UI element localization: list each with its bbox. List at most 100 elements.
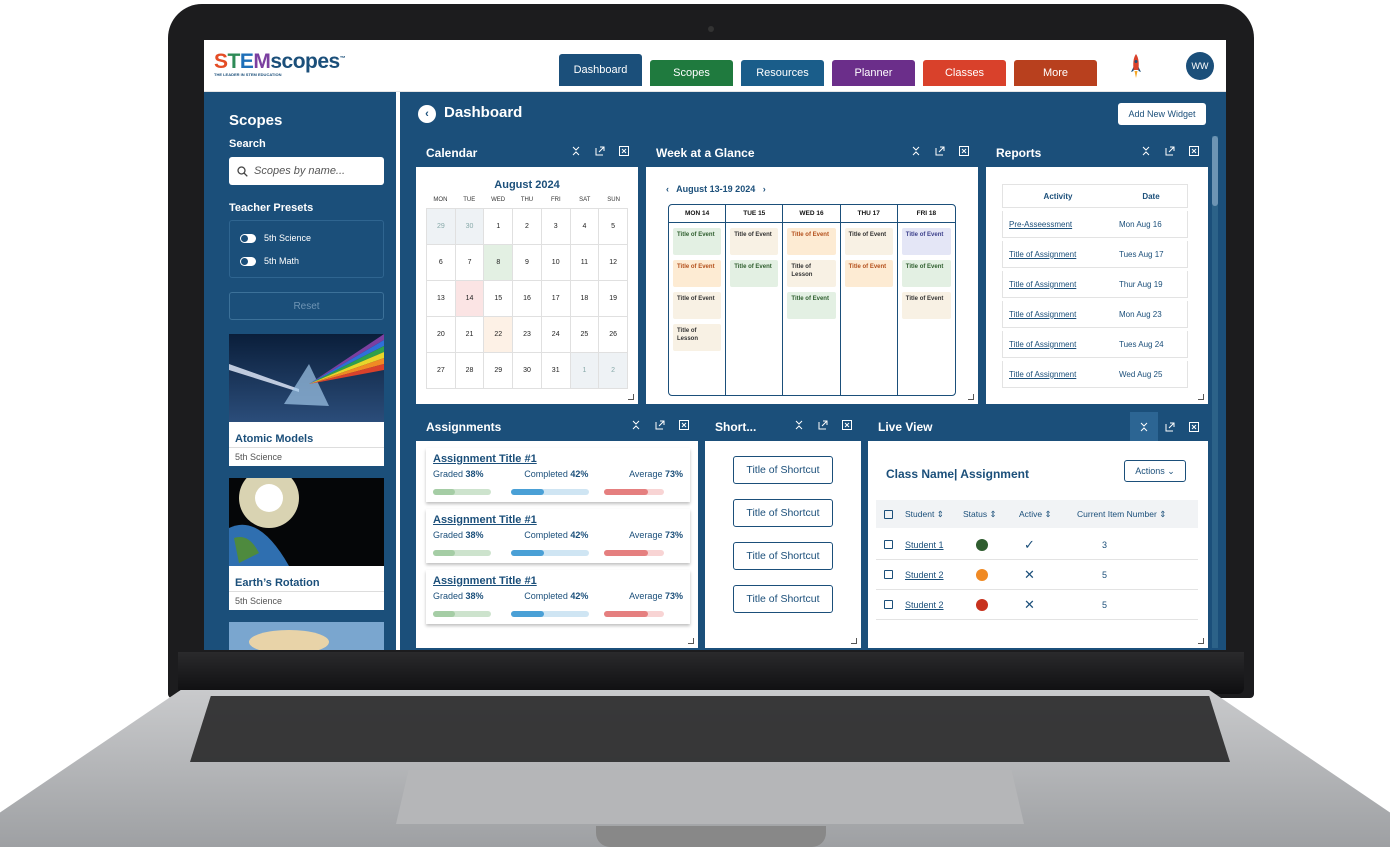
calendar-day[interactable]: 27 [427, 353, 456, 389]
assignment-title[interactable]: Assignment Title #1 [433, 575, 683, 587]
next-week-icon[interactable]: › [763, 184, 766, 194]
calendar-day[interactable]: 9 [513, 245, 542, 281]
event-card[interactable]: Title of Event [673, 292, 722, 319]
calendar-day[interactable]: 8 [484, 245, 514, 281]
activity-link[interactable]: Title of Assignment [1003, 340, 1113, 349]
scope-name[interactable]: Atomic Models [229, 427, 384, 448]
calendar-day[interactable]: 31 [541, 353, 571, 389]
calendar-day[interactable]: 17 [541, 281, 571, 317]
event-card[interactable]: Title of Event [673, 228, 722, 255]
calendar-day[interactable]: 18 [570, 281, 600, 317]
prev-week-icon[interactable]: ‹ [666, 184, 669, 194]
student-link[interactable]: Student 2 [905, 570, 977, 580]
close-icon[interactable] [678, 419, 690, 431]
user-avatar[interactable]: WW [1186, 52, 1214, 80]
calendar-day[interactable]: 16 [513, 281, 542, 317]
event-card[interactable]: Title of Event [901, 260, 951, 287]
activity-link[interactable]: Title of Assignment [1003, 280, 1113, 289]
calendar-day[interactable]: 2 [599, 353, 628, 389]
calendar-day[interactable]: 23 [513, 317, 542, 353]
event-card[interactable]: Title of Event [730, 260, 779, 287]
calendar-day[interactable]: 5 [599, 209, 628, 245]
scope-card[interactable]: Atomic Models 5th Science [229, 334, 384, 466]
calendar-day[interactable]: 2 [513, 209, 542, 245]
stemscopes-logo[interactable]: STEMscopes™ [214, 50, 346, 74]
open-external-icon[interactable] [934, 145, 946, 157]
calendar-day[interactable]: 10 [541, 245, 571, 281]
preset-item[interactable]: 5th Math [240, 256, 299, 266]
scroll-thumb[interactable] [1212, 136, 1218, 206]
calendar-day[interactable]: 4 [570, 209, 600, 245]
calendar-day[interactable]: 28 [455, 353, 485, 389]
scope-name[interactable]: Earth’s Rotation [229, 571, 384, 592]
open-external-icon[interactable] [594, 145, 606, 157]
calendar-day[interactable]: 30 [513, 353, 542, 389]
shortcut-button[interactable]: Title of Shortcut [733, 499, 833, 527]
calendar-day[interactable]: 20 [427, 317, 456, 353]
resize-handle[interactable] [628, 394, 634, 400]
resize-handle[interactable] [1198, 394, 1204, 400]
calendar-day[interactable]: 15 [484, 281, 514, 317]
resize-handle[interactable] [688, 638, 694, 644]
calendar-day[interactable]: 1 [570, 353, 600, 389]
activity-link[interactable]: Pre-Asseessment [1003, 220, 1113, 229]
calendar-day[interactable]: 3 [541, 209, 571, 245]
scope-card[interactable]: Earth’s Rotation 5th Science [229, 468, 384, 610]
activity-link[interactable]: Title of Assignment [1003, 310, 1113, 319]
event-card[interactable]: Title of Event [844, 260, 893, 287]
assignment-title[interactable]: Assignment Title #1 [433, 453, 683, 465]
calendar-day[interactable]: 6 [427, 245, 456, 281]
event-card[interactable]: Title of Event [730, 228, 779, 255]
event-card[interactable]: Title of Event [901, 292, 951, 319]
add-widget-button[interactable]: Add New Widget [1118, 103, 1206, 125]
column-header[interactable]: Active ⇕ [1019, 509, 1077, 520]
open-external-icon[interactable] [1164, 145, 1176, 157]
resize-handle[interactable] [968, 394, 974, 400]
tab-classes[interactable]: Classes [923, 60, 1006, 86]
row-checkbox[interactable] [884, 540, 893, 549]
collapse-icon[interactable] [910, 145, 922, 157]
shortcut-button[interactable]: Title of Shortcut [733, 542, 833, 570]
event-card[interactable]: Title of Event [901, 228, 951, 255]
tab-planner[interactable]: Planner [832, 60, 915, 86]
search-input[interactable]: Scopes by name... [229, 157, 384, 185]
calendar-day[interactable]: 22 [484, 317, 514, 353]
student-link[interactable]: Student 1 [905, 540, 977, 550]
toggle-switch[interactable] [240, 256, 256, 266]
calendar-day[interactable]: 19 [599, 281, 628, 317]
resize-handle[interactable] [851, 638, 857, 644]
calendar-day[interactable]: 24 [541, 317, 571, 353]
reset-button[interactable]: Reset [229, 292, 384, 320]
calendar-day[interactable]: 26 [599, 317, 628, 353]
open-external-icon[interactable] [654, 419, 666, 431]
open-external-icon[interactable] [1164, 421, 1176, 433]
collapse-icon[interactable] [630, 419, 642, 431]
close-icon[interactable] [1188, 421, 1200, 433]
collapse-icon[interactable] [1130, 412, 1158, 441]
student-link[interactable]: Student 2 [905, 600, 977, 610]
calendar-day[interactable]: 29 [427, 209, 456, 245]
scrollbar[interactable] [1212, 136, 1218, 648]
calendar-day[interactable]: 21 [455, 317, 485, 353]
column-header[interactable]: Student ⇕ [905, 509, 963, 520]
close-icon[interactable] [841, 419, 853, 431]
scope-card[interactable] [229, 622, 384, 650]
calendar-day[interactable]: 29 [484, 353, 514, 389]
back-button[interactable]: ‹ [418, 105, 436, 123]
event-card[interactable]: Title of Lesson [673, 324, 722, 351]
activity-link[interactable]: Title of Assignment [1003, 250, 1113, 259]
tab-dashboard[interactable]: Dashboard [559, 54, 642, 86]
collapse-icon[interactable] [1140, 145, 1152, 157]
activity-link[interactable]: Title of Assignment [1003, 370, 1113, 379]
calendar-day[interactable]: 13 [427, 281, 456, 317]
select-all-checkbox[interactable] [884, 509, 893, 519]
event-card[interactable]: Title of Event [673, 260, 722, 287]
column-header[interactable]: Status ⇕ [963, 509, 1019, 520]
close-icon[interactable] [958, 145, 970, 157]
tab-more[interactable]: More [1014, 60, 1097, 86]
actions-dropdown[interactable]: Actions ⌄ [1124, 460, 1186, 482]
close-icon[interactable] [1188, 145, 1200, 157]
column-header[interactable]: Current Item Number ⇕ [1077, 509, 1166, 520]
event-card[interactable]: Title of Event [787, 228, 836, 255]
open-external-icon[interactable] [817, 419, 829, 431]
